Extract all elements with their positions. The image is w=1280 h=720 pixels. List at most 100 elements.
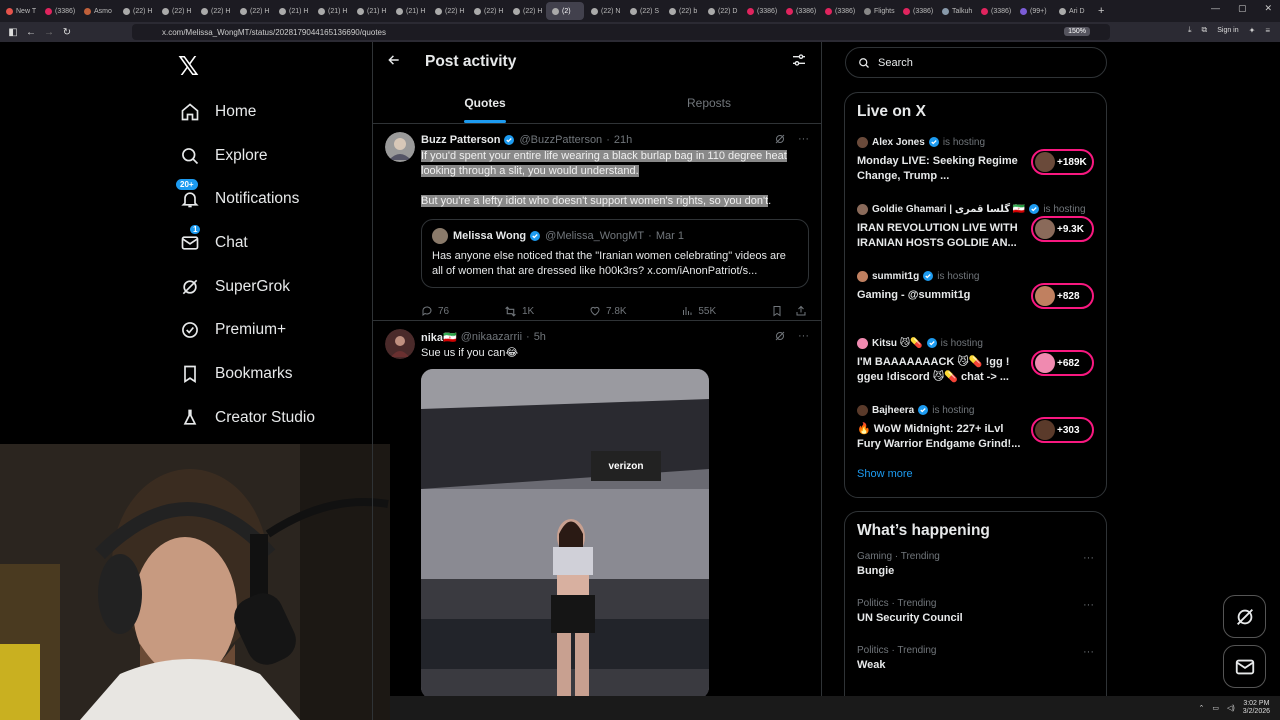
nav-item-bookmarks[interactable]: Bookmarks (178, 352, 368, 396)
live-item[interactable]: summit1g is hosting Gaming - @summit1g +828 (845, 261, 1106, 328)
messages-fab-button[interactable] (1223, 645, 1266, 688)
nav-item-creator-studio[interactable]: Creator Studio (178, 396, 368, 440)
browser-tab[interactable]: (22) N (585, 2, 623, 20)
trend-item[interactable]: Politics · Trending Weak ··· (845, 640, 1106, 687)
post-time[interactable]: 5h (534, 331, 546, 343)
more-options-icon[interactable]: ··· (1083, 646, 1094, 658)
browser-tab[interactable]: Talkuh (936, 2, 974, 20)
live-listener-count[interactable]: +682 (1031, 350, 1094, 376)
search-input[interactable]: Search (845, 47, 1107, 78)
more-options-icon[interactable]: ··· (1083, 552, 1094, 564)
live-listener-count[interactable]: +828 (1031, 283, 1094, 309)
browser-tab[interactable]: New T (0, 2, 38, 20)
browser-tab[interactable]: (21) H (390, 2, 428, 20)
post-photo[interactable]: verizon (421, 369, 709, 699)
repost-button[interactable]: 1K (504, 305, 534, 318)
more-options-icon[interactable]: ··· (1083, 599, 1094, 611)
maximize-icon[interactable]: ▢ (1238, 3, 1247, 14)
menu-icon[interactable]: ≡ (1265, 26, 1270, 35)
back-arrow-icon[interactable] (387, 53, 401, 72)
bookmark-icon[interactable] (771, 305, 783, 317)
url-bar[interactable]: x.com/Melissa_WongMT/status/202817904416… (132, 24, 1110, 40)
extensions-icon[interactable]: ⧉ (1202, 25, 1208, 35)
browser-tab[interactable]: (21) H (273, 2, 311, 20)
grok-icon[interactable] (774, 330, 786, 345)
reload-icon[interactable]: ↻ (58, 27, 76, 38)
close-icon[interactable]: ✕ (1264, 3, 1272, 14)
volume-icon[interactable]: ◁) (1227, 704, 1235, 712)
browser-tab[interactable]: (3386) (741, 2, 779, 20)
tab-quotes[interactable]: Quotes (373, 82, 597, 123)
browser-tab[interactable]: (21) H (351, 2, 389, 20)
browser-tab[interactable]: (22) H (156, 2, 194, 20)
nav-item-premium[interactable]: Premium+ (178, 308, 368, 352)
back-icon[interactable]: ← (22, 27, 40, 38)
nav-item-chat[interactable]: 1 Chat (178, 221, 368, 265)
zoom-badge[interactable]: 150% (1064, 27, 1090, 36)
live-listener-count[interactable]: +189K (1031, 149, 1094, 175)
reply-button[interactable]: 76 (421, 305, 449, 317)
views-button[interactable]: 55K (681, 305, 716, 317)
quoted-post[interactable]: Melissa Wong @Melissa_WongMT · Mar 1 Has… (421, 219, 809, 288)
forward-icon[interactable]: → (40, 27, 58, 38)
browser-tab[interactable]: (3386) (819, 2, 857, 20)
browser-tab[interactable]: (99+) (1014, 2, 1052, 20)
grok-icon[interactable] (774, 133, 786, 148)
browser-tab[interactable]: (3386) (975, 2, 1013, 20)
avatar[interactable] (385, 132, 415, 162)
post-item[interactable]: nika🇮🇷 @nikaazarrii · 5h ··· Sue us if y… (373, 321, 821, 699)
nav-item-explore[interactable]: Explore (178, 134, 368, 178)
tab-reposts[interactable]: Reposts (597, 82, 821, 123)
puzzle-icon[interactable]: ✦ (1249, 26, 1256, 35)
grok-fab-button[interactable] (1223, 595, 1266, 638)
nav-item-supergrok[interactable]: SuperGrok (178, 265, 368, 309)
sidebar-toggle-icon[interactable]: ◧ (4, 27, 22, 38)
author-handle[interactable]: @BuzzPatterson (519, 134, 602, 146)
browser-tab[interactable]: Ari D (1053, 2, 1091, 20)
trend-item[interactable]: Gaming · Trending Bungie ··· (845, 546, 1106, 593)
new-tab-button[interactable]: + (1092, 5, 1110, 17)
author-handle[interactable]: @nikaazarrii (461, 331, 522, 343)
live-item[interactable]: Bajheera is hosting 🔥 WoW Midnight: 227+ i… (845, 395, 1106, 462)
minimize-icon[interactable]: — (1211, 3, 1220, 14)
share-icon[interactable] (795, 305, 807, 317)
browser-tab[interactable]: (22) b (663, 2, 701, 20)
show-more-link[interactable]: Show more (845, 462, 1106, 486)
trend-item[interactable]: Politics · Trending UN Security Council ··… (845, 593, 1106, 640)
browser-tab[interactable]: (22) H (117, 2, 155, 20)
browser-tab[interactable]: (2) (546, 2, 584, 20)
nav-item-home[interactable]: Home (178, 90, 368, 134)
browser-tab[interactable]: (22) H (195, 2, 233, 20)
browser-tab[interactable]: (22) S (624, 2, 662, 20)
live-item[interactable]: Alex Jones is hosting Monday LIVE: Seeking… (845, 127, 1106, 194)
author-name[interactable]: Buzz Patterson (421, 134, 500, 146)
x-logo[interactable]: 𝕏 (178, 52, 199, 82)
filter-icon[interactable] (791, 52, 807, 73)
author-name[interactable]: nika🇮🇷 (421, 331, 457, 344)
browser-tab[interactable]: (22) H (468, 2, 506, 20)
nav-item-notifications[interactable]: 20+ Notifications (176, 177, 368, 221)
browser-tab[interactable]: (22) H (234, 2, 272, 20)
browser-tab[interactable]: (22) D (702, 2, 740, 20)
browser-tab[interactable]: (3386) (897, 2, 935, 20)
like-button[interactable]: 7.8K (589, 305, 627, 317)
post-item[interactable]: Buzz Patterson @BuzzPatterson · 21h ··· … (373, 124, 821, 321)
live-item[interactable]: Goldie Ghamari | گلسا قمری 🇮🇷 is hosting I… (845, 194, 1106, 261)
post-time[interactable]: 21h (614, 134, 632, 146)
browser-tab[interactable]: (21) H (312, 2, 350, 20)
browser-tab[interactable]: (22) H (507, 2, 545, 20)
clock[interactable]: 3:02 PM 3/2/2026 (1243, 700, 1270, 716)
avatar[interactable] (385, 329, 415, 359)
browser-tab[interactable]: Flights (858, 2, 896, 20)
sign-in-button[interactable]: Sign in (1217, 27, 1238, 34)
live-item[interactable]: Kitsu 😼💊 is hosting I'M BAAAAAAACK 😼💊 !gg … (845, 328, 1106, 395)
more-options-icon[interactable]: ··· (798, 330, 809, 345)
live-listener-count[interactable]: +303 (1031, 417, 1094, 443)
browser-tab[interactable]: Asmo (78, 2, 116, 20)
live-listener-count[interactable]: +9.3K (1031, 216, 1094, 242)
download-icon[interactable]: ⤓ (1188, 25, 1192, 35)
browser-tab[interactable]: (3386) (780, 2, 818, 20)
browser-tab[interactable]: (22) H (429, 2, 467, 20)
network-icon[interactable]: ▭ (1212, 704, 1219, 712)
more-options-icon[interactable]: ··· (798, 133, 809, 148)
